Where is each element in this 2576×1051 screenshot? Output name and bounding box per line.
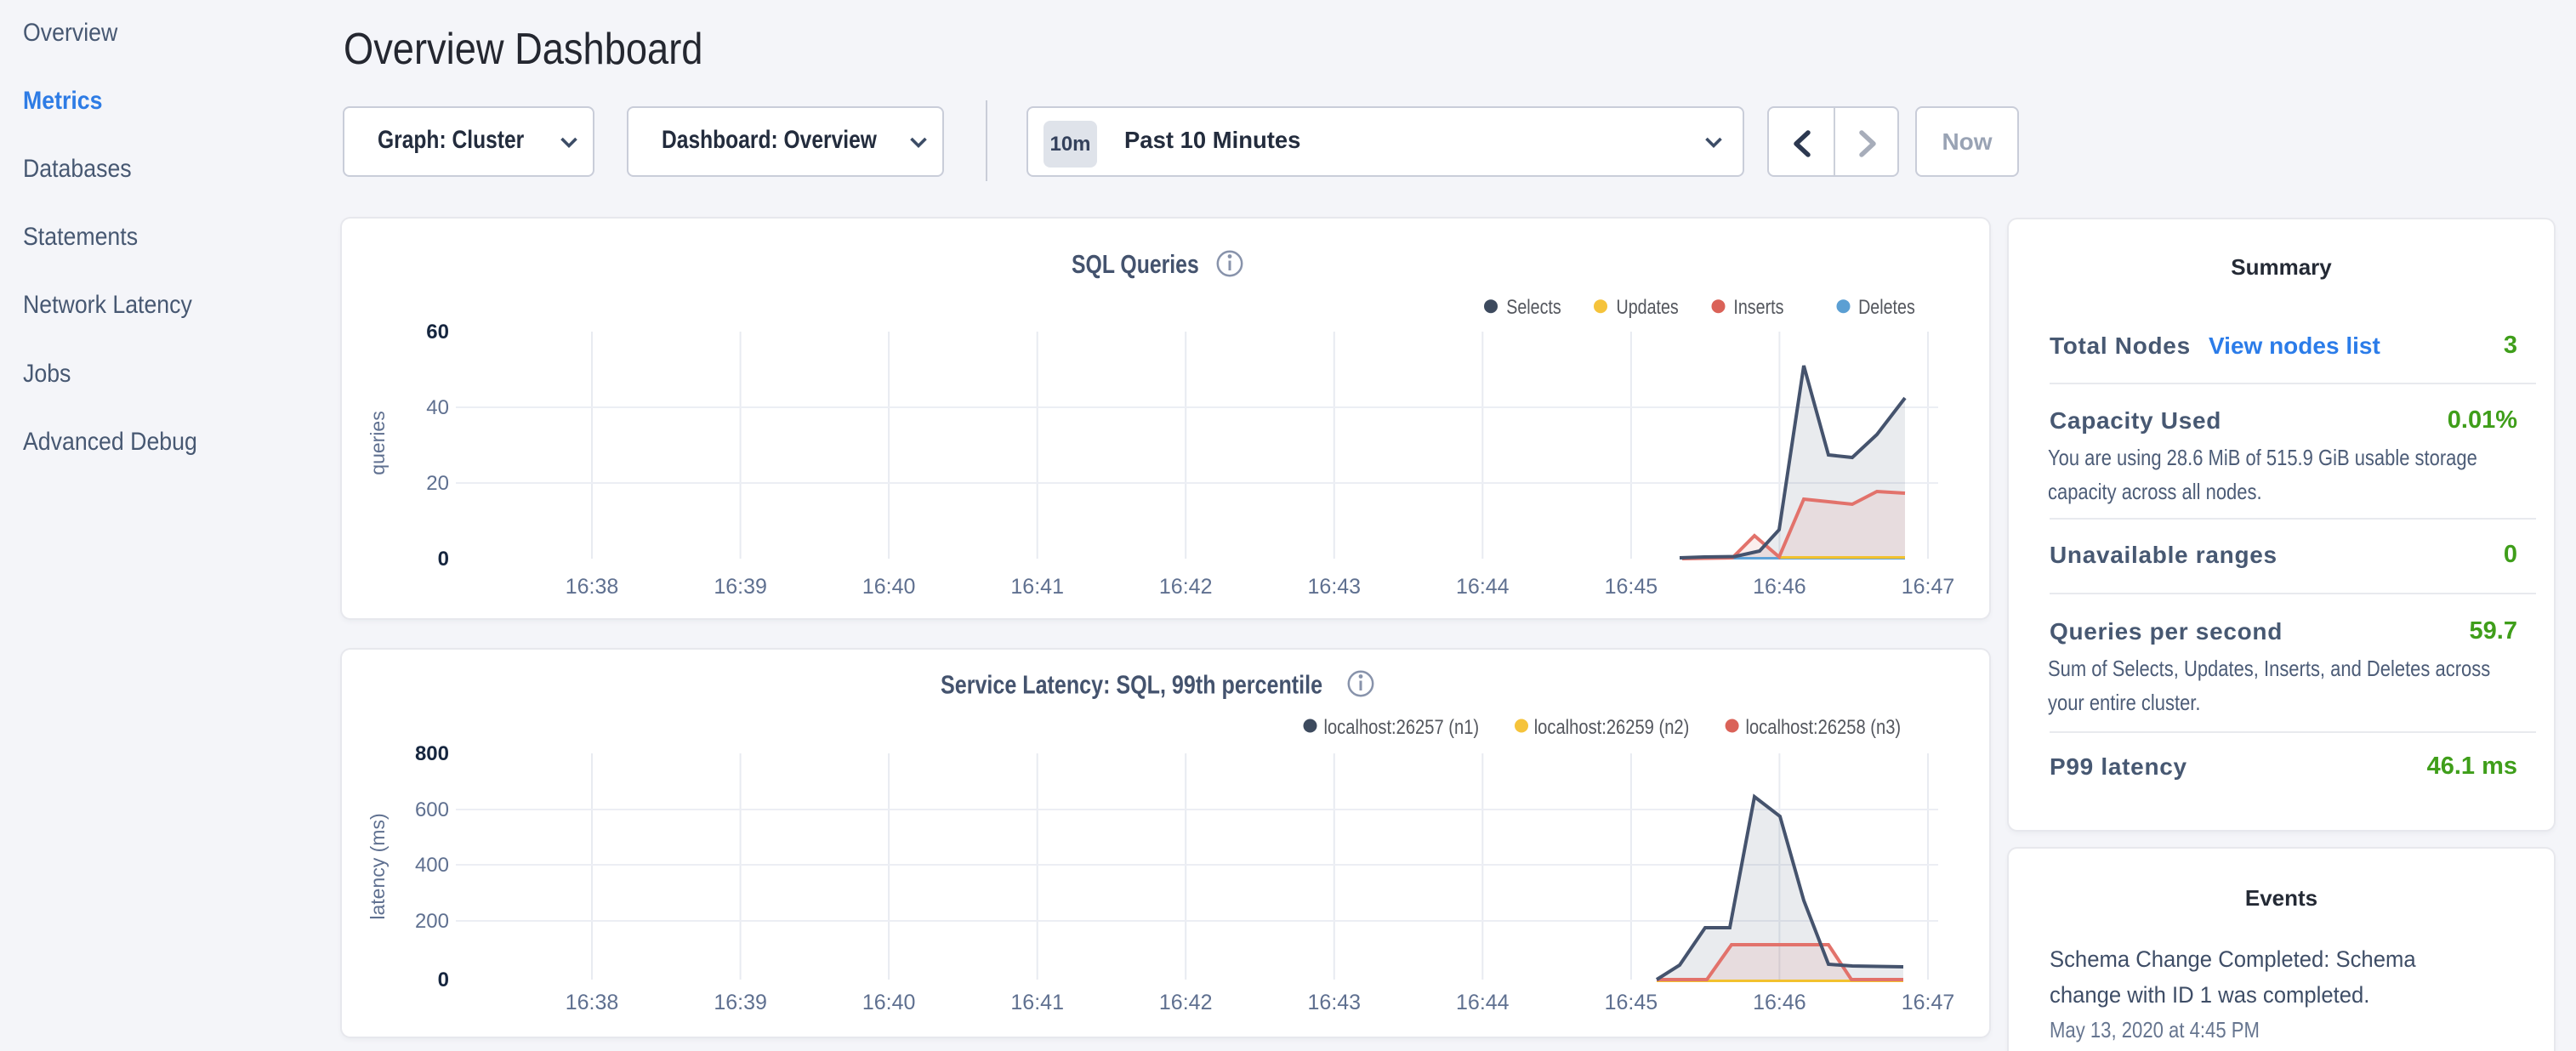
svg-text:localhost:26258 (n3): localhost:26258 (n3) [1746, 715, 1902, 738]
svg-text:800: 800 [415, 742, 449, 765]
svg-text:16:38: 16:38 [566, 991, 619, 1014]
svg-text:600: 600 [415, 798, 449, 821]
svg-text:16:42: 16:42 [1159, 991, 1213, 1014]
svg-text:Updates: Updates [1617, 295, 1679, 318]
svg-text:20: 20 [426, 472, 449, 495]
svg-text:16:46: 16:46 [1753, 991, 1806, 1014]
svg-text:queries: queries [367, 411, 389, 474]
svg-text:0: 0 [438, 548, 449, 571]
svg-text:localhost:26259 (n2): localhost:26259 (n2) [1534, 715, 1690, 738]
svg-text:16:43: 16:43 [1308, 991, 1362, 1014]
svg-text:16:47: 16:47 [1902, 991, 1955, 1014]
svg-text:16:40: 16:40 [862, 991, 916, 1014]
svg-text:Deletes: Deletes [1858, 295, 1915, 318]
svg-text:16:39: 16:39 [714, 575, 767, 599]
svg-text:16:40: 16:40 [862, 575, 916, 599]
svg-text:16:45: 16:45 [1605, 991, 1658, 1014]
svg-text:Inserts: Inserts [1733, 295, 1783, 318]
svg-text:latency (ms): latency (ms) [367, 813, 389, 919]
svg-text:SQL Queries: SQL Queries [1072, 249, 1199, 278]
svg-text:16:43: 16:43 [1308, 575, 1362, 599]
svg-text:16:47: 16:47 [1902, 575, 1955, 599]
svg-text:16:39: 16:39 [714, 991, 767, 1014]
svg-text:16:45: 16:45 [1605, 575, 1658, 599]
svg-text:60: 60 [426, 321, 449, 344]
svg-text:16:38: 16:38 [566, 575, 619, 599]
svg-text:16:41: 16:41 [1010, 991, 1064, 1014]
svg-text:16:41: 16:41 [1010, 575, 1064, 599]
svg-text:Selects: Selects [1506, 295, 1561, 318]
svg-text:Service Latency: SQL, 99th per: Service Latency: SQL, 99th percentile [941, 669, 1322, 699]
svg-text:200: 200 [415, 910, 449, 933]
svg-text:16:46: 16:46 [1753, 575, 1806, 599]
svg-text:400: 400 [415, 854, 449, 877]
svg-text:0: 0 [438, 969, 449, 991]
svg-text:40: 40 [426, 396, 449, 419]
svg-text:16:44: 16:44 [1456, 991, 1510, 1014]
svg-text:16:42: 16:42 [1159, 575, 1213, 599]
svg-text:localhost:26257 (n1): localhost:26257 (n1) [1324, 715, 1480, 738]
svg-text:16:44: 16:44 [1456, 575, 1510, 599]
